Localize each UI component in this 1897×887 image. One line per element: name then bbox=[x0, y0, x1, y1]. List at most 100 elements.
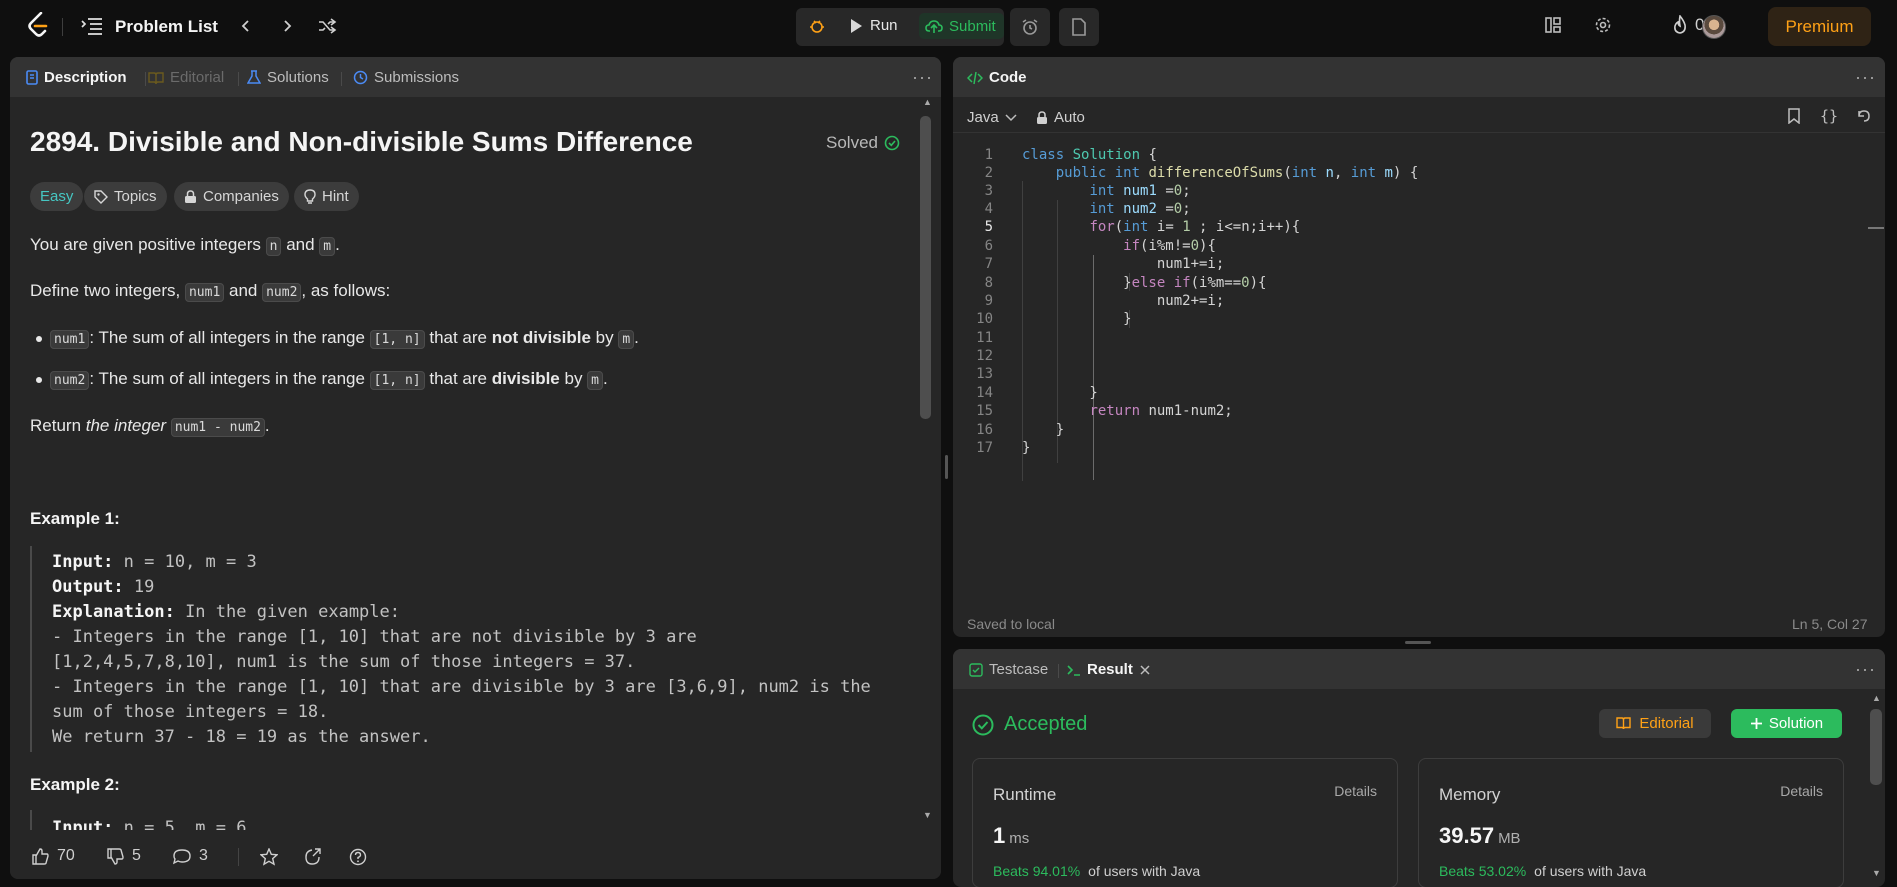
runtime-details-link[interactable]: Details bbox=[1334, 783, 1377, 799]
horizontal-splitter-handle[interactable] bbox=[1405, 641, 1431, 644]
bullet-num1: num1: The sum of all integers in the ran… bbox=[50, 328, 639, 349]
memory-label: Memory bbox=[1439, 785, 1501, 804]
example-2-title: Example 2: bbox=[30, 775, 120, 794]
scrollbar-thumb[interactable] bbox=[920, 116, 931, 419]
code-line-8: }else if(i%m==0){ bbox=[1022, 275, 1267, 291]
help-icon[interactable] bbox=[349, 848, 367, 866]
comments-button[interactable]: 3 bbox=[173, 847, 208, 865]
share-icon[interactable] bbox=[304, 848, 322, 866]
line-number: 16 bbox=[976, 422, 993, 438]
timer-button[interactable] bbox=[1010, 8, 1050, 46]
scroll-up-icon[interactable]: ▲ bbox=[923, 97, 932, 107]
example-1-title: Example 1: bbox=[30, 509, 120, 528]
example-1-block: Input: n = 10, m = 3 Output: 19 Explanat… bbox=[30, 546, 900, 752]
streak-counter[interactable]: 0 bbox=[1671, 15, 1704, 35]
label: Explanation: bbox=[52, 602, 175, 622]
text: Define two integers, bbox=[30, 281, 185, 300]
saved-status: Saved to local bbox=[967, 616, 1055, 632]
inline-code: m bbox=[587, 371, 603, 390]
scrollbar-thumb[interactable] bbox=[1870, 709, 1882, 785]
text: : The sum of all integers in the range bbox=[89, 369, 370, 388]
beats-percent: Beats 94.01% bbox=[993, 863, 1081, 879]
companies-label: Companies bbox=[203, 188, 279, 205]
text: of users with Java bbox=[1534, 863, 1647, 879]
topics-chip[interactable]: Topics bbox=[84, 182, 167, 211]
submit-label: Submit bbox=[949, 17, 996, 35]
comment-icon bbox=[173, 848, 191, 864]
result-scrollbar[interactable]: ▲ ▼ bbox=[1869, 691, 1883, 885]
line-number: 14 bbox=[976, 385, 993, 401]
alarm-clock-icon bbox=[1022, 19, 1038, 35]
comment-count: 3 bbox=[199, 847, 208, 864]
thumbs-up-icon bbox=[32, 847, 49, 865]
star-icon[interactable] bbox=[260, 848, 278, 866]
editorial-label: Editorial bbox=[1639, 715, 1694, 732]
runtime-card[interactable]: Runtime Details 1 ms Beats 94.01% of users… bbox=[972, 758, 1398, 887]
post-solution-button[interactable]: Solution bbox=[1731, 709, 1842, 738]
hint-chip[interactable]: Hint bbox=[294, 182, 359, 211]
layout-icon[interactable] bbox=[1544, 16, 1562, 34]
tab-divider bbox=[1058, 664, 1059, 678]
more-options-icon[interactable]: ··· bbox=[1855, 659, 1876, 680]
solved-status: Solved bbox=[826, 133, 900, 153]
unit: ms bbox=[1009, 830, 1030, 847]
bookmark-icon[interactable] bbox=[1787, 108, 1801, 124]
solved-label: Solved bbox=[826, 133, 878, 152]
beats-percent: Beats 53.02% bbox=[1439, 863, 1527, 879]
dislike-button[interactable]: 5 bbox=[107, 847, 141, 865]
dislike-count: 5 bbox=[132, 847, 141, 864]
settings-gear-icon[interactable] bbox=[1594, 16, 1612, 34]
value: 19 bbox=[123, 577, 155, 597]
inline-code-num1: num1 bbox=[184, 283, 225, 302]
explanation-line: [1,2,4,5,7,8,10], num1 is the sum of tho… bbox=[52, 652, 636, 672]
tab-testcase[interactable]: Testcase bbox=[969, 661, 1048, 678]
notes-button[interactable] bbox=[1059, 8, 1099, 46]
difficulty-label: Easy bbox=[40, 188, 74, 205]
line-number: 7 bbox=[984, 256, 993, 272]
code-line-5: for(int i= 1 ; i<=n;i++){ bbox=[1089, 219, 1301, 235]
memory-value: 39.57 MB bbox=[1439, 823, 1521, 849]
code-line-1: class Solution { bbox=[1022, 147, 1157, 163]
more-options-icon[interactable]: ··· bbox=[1855, 67, 1876, 88]
explanation-line: - Integers in the range [1, 10] that are… bbox=[52, 627, 697, 647]
italic-text: the integer bbox=[85, 416, 167, 435]
auto-mode-toggle[interactable]: Auto bbox=[1036, 109, 1085, 126]
note-icon bbox=[1072, 18, 1086, 36]
description-scrollbar[interactable]: ▲ ▼ bbox=[919, 97, 933, 830]
text: Return bbox=[30, 416, 86, 435]
result-tabs: Testcase Result ··· bbox=[953, 649, 1885, 689]
inline-code-n: n bbox=[265, 237, 282, 256]
line-number: 4 bbox=[984, 201, 993, 217]
code-line-3: int num1 =0; bbox=[1089, 183, 1191, 199]
code-line-4: int num2 =0; bbox=[1089, 201, 1191, 217]
example-2-block: Input: n = 5, m = 6 bbox=[30, 810, 900, 830]
value: n = 10, m = 3 bbox=[113, 552, 257, 572]
value: n = 5, m = 6 bbox=[113, 818, 247, 830]
scroll-up-icon[interactable]: ▲ bbox=[1872, 693, 1881, 703]
reset-code-icon[interactable] bbox=[1856, 108, 1872, 124]
companies-chip[interactable]: Companies bbox=[174, 182, 289, 211]
example-output: Output: 19 bbox=[52, 577, 154, 597]
scroll-down-icon[interactable]: ▼ bbox=[1872, 868, 1881, 878]
like-button[interactable]: 70 bbox=[32, 847, 75, 865]
description-content: 2894. Divisible and Non-divisible Sums D… bbox=[0, 0, 940, 830]
format-code-icon[interactable]: {} bbox=[1820, 107, 1838, 125]
language-select[interactable]: Java bbox=[967, 109, 1017, 126]
memory-card[interactable]: Memory Details 39.57 MB Beats 53.02% of us… bbox=[1418, 758, 1844, 887]
scroll-down-icon[interactable]: ▼ bbox=[923, 810, 932, 820]
tab-result[interactable]: Result bbox=[1067, 661, 1151, 678]
plus-icon bbox=[1750, 718, 1762, 729]
code-line-6: if(i%m!=0){ bbox=[1123, 238, 1216, 254]
inline-code: num2 bbox=[50, 371, 90, 390]
close-icon[interactable] bbox=[1139, 664, 1151, 676]
premium-button[interactable]: Premium bbox=[1768, 7, 1871, 46]
tab-code[interactable]: Code bbox=[967, 69, 1027, 86]
vertical-splitter-handle[interactable] bbox=[945, 455, 948, 479]
user-avatar[interactable] bbox=[1702, 15, 1726, 39]
code-editor[interactable]: 1 2 3 4 5 6 7 8 9 10 11 12 13 14 15 16 17 class Solution… bbox=[953, 145, 1885, 535]
text: that are bbox=[424, 328, 492, 347]
inline-code: [1, n] bbox=[369, 371, 425, 390]
editorial-button[interactable]: Editorial bbox=[1599, 709, 1711, 738]
text: of users with Java bbox=[1088, 863, 1201, 879]
memory-details-link[interactable]: Details bbox=[1780, 783, 1823, 799]
